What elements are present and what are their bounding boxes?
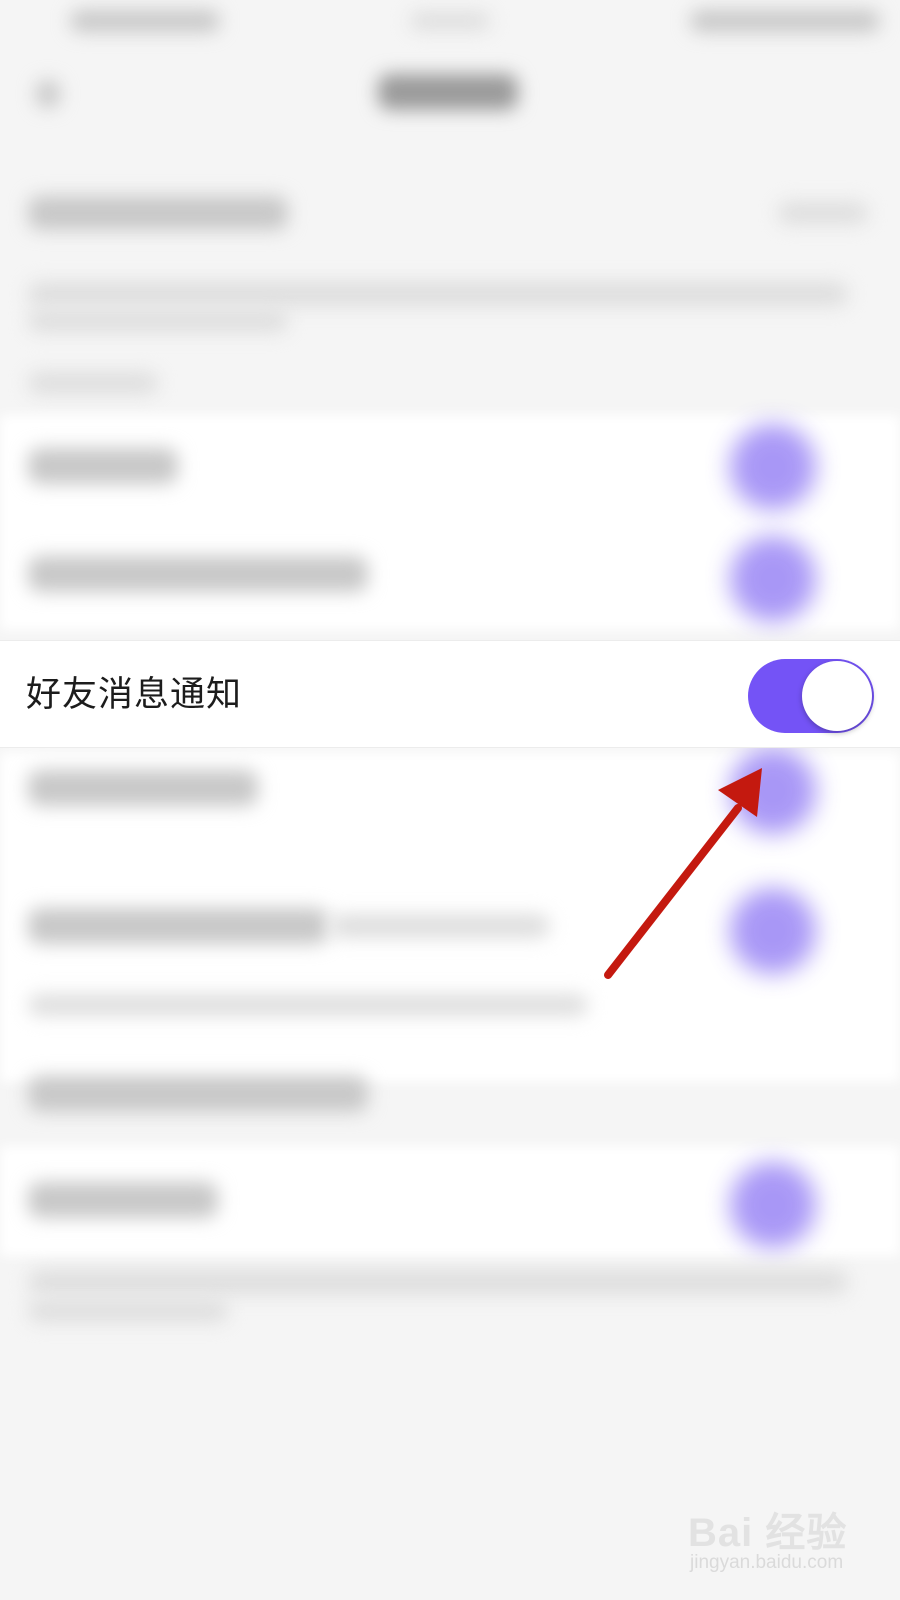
section-description-line-1: [28, 282, 848, 306]
status-bar-time: [70, 10, 220, 32]
group-header: [28, 372, 158, 394]
setting-row-description: [28, 994, 588, 1016]
setting-row-label: [28, 556, 368, 592]
toggle-knob[interactable]: [802, 661, 872, 731]
setting-row-label: [28, 1182, 218, 1218]
setting-row-toggle[interactable]: [730, 424, 816, 510]
setting-row-label: 好友消息通知: [26, 675, 243, 715]
setting-row-label: [28, 1076, 368, 1112]
baidu-jingyan-watermark: Bai 经验 jingyan.baidu.com: [688, 1500, 888, 1590]
setting-row-label: [28, 448, 178, 484]
status-bar-icons: [690, 10, 880, 32]
setting-row-friend-message-notification: 好友消息通知: [0, 640, 900, 748]
setting-row-label: [28, 770, 258, 806]
watermark-url: jingyan.baidu.com: [690, 1552, 844, 1573]
section-action[interactable]: [778, 202, 868, 224]
setting-row-sublabel: [330, 914, 550, 938]
status-bar-center: [410, 12, 490, 30]
friend-message-notification-toggle[interactable]: [748, 659, 874, 733]
setting-row-toggle[interactable]: [730, 1162, 816, 1248]
footer-description-line-2: [28, 1300, 228, 1322]
watermark-brand: Bai 经验: [688, 1511, 848, 1555]
setting-row-label: [28, 908, 328, 944]
back-icon[interactable]: [36, 80, 60, 108]
page-title: [378, 74, 518, 110]
setting-row-toggle[interactable]: [730, 748, 816, 834]
blurred-background: [0, 0, 900, 1600]
setting-row-toggle[interactable]: [730, 888, 816, 974]
footer-description-line-1: [28, 1270, 848, 1294]
setting-row-toggle[interactable]: [730, 536, 816, 622]
section-title: [28, 196, 288, 230]
section-description-line-2: [28, 310, 288, 332]
